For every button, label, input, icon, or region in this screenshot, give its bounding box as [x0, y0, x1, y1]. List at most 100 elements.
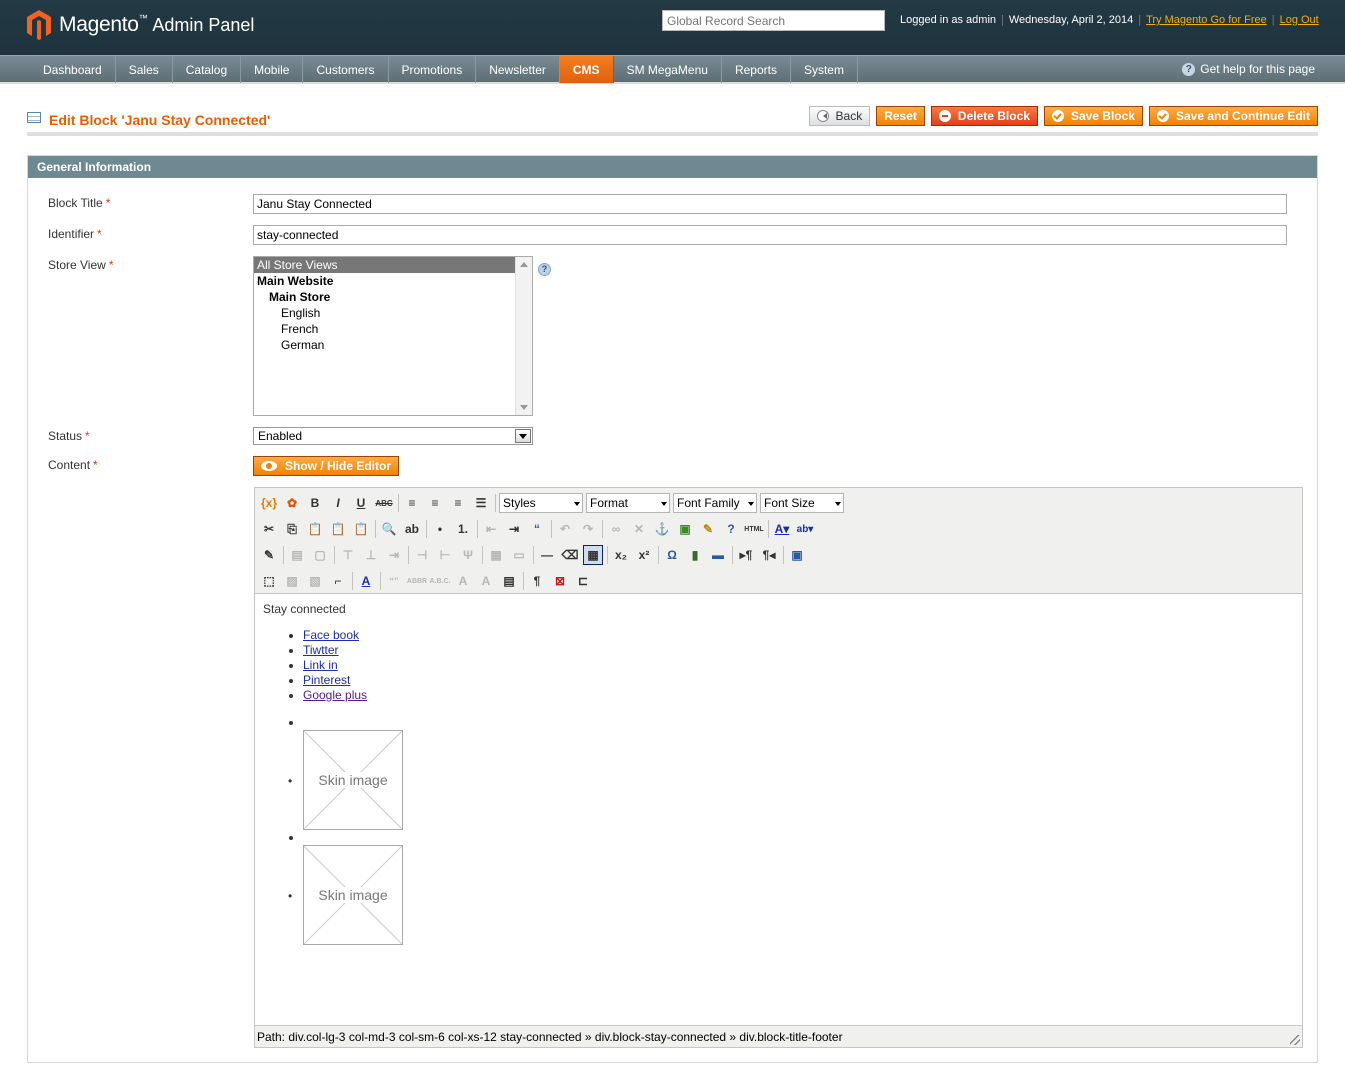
- insert-variable-icon[interactable]: {x}: [259, 493, 279, 513]
- copy-icon[interactable]: ⎘: [282, 519, 302, 539]
- align-justify-icon[interactable]: ☰: [471, 493, 491, 513]
- special-char-icon[interactable]: Ω: [662, 545, 682, 565]
- image-icon[interactable]: ▣: [675, 519, 695, 539]
- paste-word-icon[interactable]: 📋: [351, 519, 371, 539]
- superscript-icon[interactable]: x²: [634, 545, 654, 565]
- html-source-icon[interactable]: HTML: [744, 519, 764, 539]
- back-button[interactable]: Back: [808, 106, 871, 126]
- advanced-hr-icon[interactable]: ▬: [708, 545, 728, 565]
- identifier-input[interactable]: [253, 225, 1287, 245]
- highlight-color-icon[interactable]: ab▾: [795, 519, 815, 539]
- move-backward-icon[interactable]: ▧: [305, 571, 325, 591]
- resize-grip-icon[interactable]: [1290, 1035, 1300, 1045]
- store-option-french[interactable]: French: [254, 321, 532, 337]
- store-option-english[interactable]: English: [254, 305, 532, 321]
- redo-icon[interactable]: ↷: [578, 519, 598, 539]
- subscript-icon[interactable]: x₂: [611, 545, 631, 565]
- google-plus-link[interactable]: Google plus: [303, 688, 367, 702]
- delete-text-icon[interactable]: A: [453, 571, 473, 591]
- paste-icon[interactable]: 📋: [305, 519, 325, 539]
- acronym-icon[interactable]: A.B.C.: [430, 571, 451, 591]
- move-forward-icon[interactable]: ▨: [282, 571, 302, 591]
- nav-customers[interactable]: Customers: [303, 56, 389, 83]
- store-view-select[interactable]: All Store Views Main Website Main Store …: [253, 256, 533, 416]
- bullet-list-icon[interactable]: •: [430, 519, 450, 539]
- media-icon[interactable]: ▮: [685, 545, 705, 565]
- delete-block-button[interactable]: Delete Block: [930, 106, 1038, 126]
- save-continue-button[interactable]: Save and Continue Edit: [1148, 106, 1318, 126]
- nav-mobile[interactable]: Mobile: [241, 56, 304, 83]
- visual-aid-icon[interactable]: ▦: [583, 545, 603, 565]
- chevron-down-icon[interactable]: [515, 429, 531, 443]
- twitter-link[interactable]: Tiwtter: [303, 643, 339, 657]
- col-after-icon[interactable]: ⊢: [435, 545, 455, 565]
- nav-sm-megamenu[interactable]: SM MegaMenu: [614, 56, 722, 83]
- numbered-list-icon[interactable]: 1.: [453, 519, 473, 539]
- store-view-help-icon[interactable]: ?: [538, 263, 551, 276]
- replace-icon[interactable]: ab: [402, 519, 422, 539]
- link-icon[interactable]: ∞: [606, 519, 626, 539]
- font-family-select[interactable]: Font Family: [673, 493, 757, 513]
- anchor-icon[interactable]: ⚓: [652, 519, 672, 539]
- rtl-icon[interactable]: ¶◂: [759, 545, 779, 565]
- help-editor-icon[interactable]: ?: [721, 519, 741, 539]
- styles-select[interactable]: Styles: [499, 493, 583, 513]
- nav-reports[interactable]: Reports: [722, 56, 791, 83]
- delete-row-icon[interactable]: ⇥: [384, 545, 404, 565]
- insert-widget-icon[interactable]: ✿: [282, 493, 302, 513]
- outdent-icon[interactable]: ⇤: [481, 519, 501, 539]
- insert-layer-icon[interactable]: ⬚: [259, 571, 279, 591]
- page-break-icon[interactable]: ⊏: [573, 571, 593, 591]
- try-magento-link[interactable]: Try Magento Go for Free: [1146, 14, 1267, 26]
- bold-icon[interactable]: B: [305, 493, 325, 513]
- skin-image-placeholder[interactable]: Skin image: [303, 730, 403, 830]
- magento-logo[interactable]: Magento™ Admin Panel: [27, 10, 254, 40]
- cleanup-icon[interactable]: ✎: [698, 519, 718, 539]
- row-before-icon[interactable]: ⊤: [338, 545, 358, 565]
- nav-dashboard[interactable]: Dashboard: [30, 56, 116, 83]
- row-props-icon[interactable]: ▤: [287, 545, 307, 565]
- skin-image-placeholder[interactable]: Skin image: [303, 845, 403, 945]
- pinterest-link[interactable]: Pinterest: [303, 673, 350, 687]
- col-before-icon[interactable]: ⊣: [412, 545, 432, 565]
- italic-icon[interactable]: I: [328, 493, 348, 513]
- table-icon[interactable]: ✎: [259, 545, 279, 565]
- underline-icon[interactable]: U: [351, 493, 371, 513]
- text-color-icon[interactable]: A▾: [772, 519, 792, 539]
- paste-text-icon[interactable]: 📋: [328, 519, 348, 539]
- attributes-icon[interactable]: ▤: [499, 571, 519, 591]
- store-option-all[interactable]: All Store Views: [254, 257, 515, 273]
- strikethrough-icon[interactable]: ABC: [374, 493, 394, 513]
- non-breaking-icon[interactable]: ⊠: [550, 571, 570, 591]
- reset-button[interactable]: Reset: [876, 106, 925, 126]
- find-icon[interactable]: 🔍: [379, 519, 399, 539]
- unlink-icon[interactable]: ✕: [629, 519, 649, 539]
- style-props-icon[interactable]: A: [356, 571, 376, 591]
- indent-icon[interactable]: ⇥: [504, 519, 524, 539]
- nav-system[interactable]: System: [791, 56, 858, 83]
- cut-icon[interactable]: ✂: [259, 519, 279, 539]
- save-block-button[interactable]: Save Block: [1043, 106, 1143, 126]
- store-option-german[interactable]: German: [254, 337, 532, 353]
- align-left-icon[interactable]: ≡: [402, 493, 422, 513]
- store-view-scrollbar[interactable]: [515, 257, 532, 415]
- facebook-link[interactable]: Face book: [303, 628, 359, 642]
- nav-cms[interactable]: CMS: [559, 56, 614, 83]
- row-after-icon[interactable]: ⊥: [361, 545, 381, 565]
- linkedin-link[interactable]: Link in: [303, 658, 338, 672]
- insert-text-icon[interactable]: A: [476, 571, 496, 591]
- show-hide-editor-button[interactable]: Show / Hide Editor: [253, 456, 400, 476]
- undo-icon[interactable]: ↶: [555, 519, 575, 539]
- remove-format-icon[interactable]: ⌫: [560, 545, 580, 565]
- block-title-input[interactable]: [253, 194, 1287, 214]
- split-cells-icon[interactable]: ▦: [486, 545, 506, 565]
- global-search-input[interactable]: [662, 10, 885, 31]
- cite-icon[interactable]: “”: [384, 571, 404, 591]
- delete-col-icon[interactable]: Ψ: [458, 545, 478, 565]
- ltr-icon[interactable]: ▸¶: [736, 545, 756, 565]
- logout-link[interactable]: Log Out: [1280, 14, 1319, 26]
- fullscreen-icon[interactable]: ▣: [787, 545, 807, 565]
- cell-props-icon[interactable]: ▢: [310, 545, 330, 565]
- visual-chars-icon[interactable]: ¶: [527, 571, 547, 591]
- nav-newsletter[interactable]: Newsletter: [476, 56, 560, 83]
